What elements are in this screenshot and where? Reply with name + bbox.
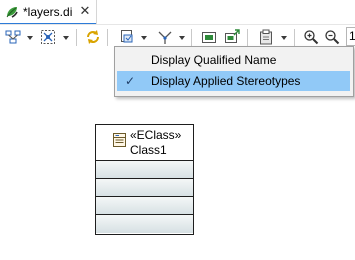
toolbar-separator (76, 29, 77, 46)
clipboard-dropdown-arrow[interactable] (281, 36, 287, 40)
stereotype-label: «EClass» (130, 128, 182, 142)
select-dropdown-arrow[interactable] (63, 36, 69, 40)
menu-item-label: Display Qualified Name (151, 53, 277, 67)
clipboard-icon[interactable] (258, 29, 274, 45)
class-compartment[interactable] (96, 178, 193, 197)
zoom-level-field[interactable]: 1 (346, 27, 355, 46)
arrange-all-icon[interactable] (5, 29, 21, 45)
routing-style-icon[interactable] (157, 29, 173, 45)
zoom-in-icon[interactable] (303, 29, 319, 45)
select-elements-icon[interactable] (40, 29, 56, 45)
editor-tab-bar: *layers.di ✕ (0, 0, 355, 25)
class-name-label[interactable]: Class1 (130, 143, 167, 157)
checkmark-icon: ✓ (125, 74, 136, 88)
editor-tab[interactable]: *layers.di ✕ (0, 0, 97, 25)
display-options-menu: Display Qualified Name ✓ Display Applied… (114, 46, 354, 97)
toolbar-separator (294, 29, 295, 46)
arrange-dropdown-arrow[interactable] (27, 36, 33, 40)
image-icon[interactable] (201, 29, 217, 45)
toolbar-separator (247, 29, 248, 46)
toolbar-separator (107, 29, 108, 46)
class-icon (113, 133, 126, 147)
menu-item-label: Display Applied Stereotypes (151, 74, 301, 88)
export-icon[interactable] (224, 29, 240, 45)
filters-dropdown-arrow[interactable] (141, 36, 147, 40)
routing-dropdown-arrow[interactable] (179, 36, 185, 40)
zoom-out-icon[interactable] (324, 29, 340, 45)
refresh-icon[interactable] (85, 29, 101, 45)
class-compartment[interactable] (96, 196, 193, 215)
tab-title: *layers.di (23, 5, 73, 19)
toolbar-separator (191, 29, 192, 46)
close-icon[interactable]: ✕ (79, 4, 91, 18)
menu-item-display-applied-stereotypes[interactable]: ✓ Display Applied Stereotypes (117, 71, 350, 91)
papyrus-leaf-icon (6, 7, 18, 18)
class-compartment[interactable] (96, 160, 193, 179)
class-header[interactable]: «EClass» Class1 (96, 125, 193, 160)
class-node[interactable]: «EClass» Class1 (95, 124, 194, 235)
filters-icon[interactable] (120, 29, 136, 45)
class-compartment[interactable] (96, 214, 193, 233)
menu-item-display-qualified-name[interactable]: Display Qualified Name (117, 50, 350, 70)
